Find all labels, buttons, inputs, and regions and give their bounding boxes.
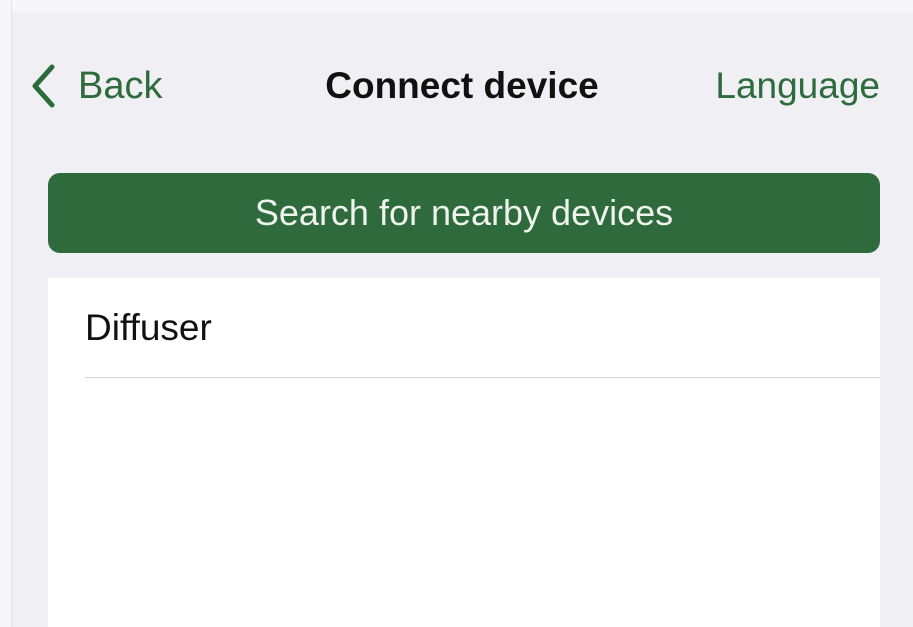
navigation-bar: Back Connect device Language: [12, 30, 902, 140]
device-name: Diffuser: [85, 307, 212, 348]
chevron-left-icon: [32, 64, 55, 108]
device-list-item[interactable]: Diffuser: [48, 278, 880, 378]
top-edge: [0, 0, 913, 12]
search-nearby-devices-button[interactable]: Search for nearby devices: [48, 173, 880, 253]
left-edge: [0, 0, 12, 627]
language-button[interactable]: Language: [715, 60, 880, 112]
list-divider: [85, 377, 880, 378]
connect-device-screen: Back Connect device Language Search for …: [0, 0, 913, 627]
back-label: Back: [78, 65, 163, 107]
page-title: Connect device: [325, 65, 599, 106]
back-button[interactable]: Back: [30, 60, 162, 112]
device-list: Diffuser: [48, 278, 880, 627]
